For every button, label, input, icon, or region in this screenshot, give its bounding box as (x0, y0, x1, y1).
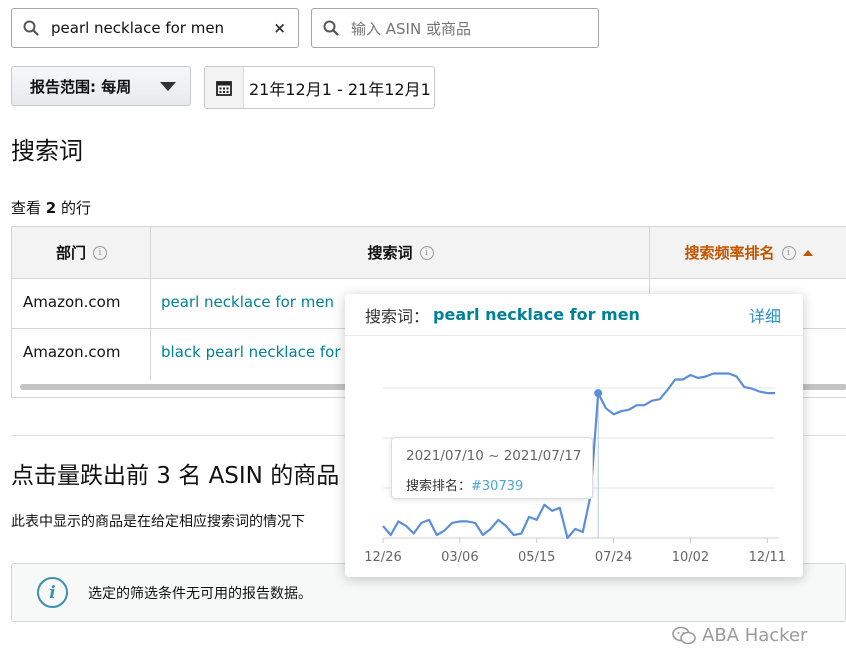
info-circle-icon: i (37, 577, 68, 608)
chevron-down-icon (160, 81, 176, 91)
popover-label: 搜索词： (365, 306, 430, 326)
x-tick-label: 07/24 (595, 550, 632, 565)
column-header-search-term[interactable]: 搜索词 i (151, 227, 650, 279)
chart-tooltip: 2021/07/10 ~ 2021/07/17 搜索排名：#30739 (391, 437, 593, 499)
search-term-input[interactable]: pearl necklace for men × (11, 8, 299, 48)
asin-section-title: 点击量跌出前 3 名 ASIN 的商品 (11, 463, 340, 489)
tooltip-rank-value: #30739 (471, 479, 524, 494)
details-link[interactable]: 详细 (749, 303, 781, 327)
x-tick-label: 12/11 (749, 550, 786, 565)
wechat-icon (672, 626, 696, 644)
popover-term: pearl necklace for men (433, 305, 640, 324)
highlight-point (594, 389, 603, 398)
search-icon (323, 20, 339, 36)
x-tick-label: 10/02 (672, 550, 709, 565)
date-range-value: 21年12月1 - 21年12月1 (249, 79, 431, 99)
department-cell: Amazon.com (23, 293, 121, 311)
rows-count: 2 (45, 199, 57, 217)
clear-icon[interactable]: × (273, 19, 286, 37)
info-icon[interactable]: i (419, 245, 434, 260)
info-icon[interactable]: i (93, 245, 107, 260)
search-icon (23, 20, 39, 36)
column-header-search-frequency-rank[interactable]: 搜索频率排名 i (650, 227, 846, 279)
popover-header: 搜索词： pearl necklace for men 详细 (345, 294, 803, 336)
tooltip-rank: 搜索排名：#30739 (406, 479, 524, 494)
search-terms-title: 搜索词 (11, 137, 83, 165)
report-range-dropdown[interactable]: 报告范围: 每周 (11, 66, 191, 106)
x-tick-label: 03/06 (441, 550, 478, 565)
search-term-link[interactable]: black pearl necklace for men (161, 343, 351, 361)
x-tick-label: 05/15 (518, 550, 555, 565)
alert-text: 选定的筛选条件无可用的报告数据。 (88, 585, 312, 602)
tooltip-date-range: 2021/07/10 ~ 2021/07/17 (406, 448, 582, 464)
search-term-value: pearl necklace for men (51, 19, 225, 37)
asin-search-placeholder: 输入 ASIN 或商品 (351, 19, 471, 38)
search-term-trend-popover: 搜索词： pearl necklace for men 详细 12/26 03/0… (345, 294, 803, 577)
x-tick-label: 12/26 (364, 550, 401, 565)
asin-search-input[interactable]: 输入 ASIN 或商品 (311, 8, 599, 48)
info-icon[interactable]: i (781, 245, 796, 260)
asin-section-description: 此表中显示的商品是在给定相应搜索词的情况下 (11, 514, 305, 530)
report-range-label: 报告范围: 每周 (30, 77, 132, 96)
column-divider (150, 227, 151, 380)
watermark: ABA Hacker (672, 625, 807, 646)
calendar-icon[interactable] (205, 67, 244, 108)
sort-ascending-icon (802, 249, 813, 256)
date-range-picker[interactable]: 21年12月1 - 21年12月1 (204, 66, 435, 109)
department-cell: Amazon.com (23, 343, 121, 361)
column-header-department[interactable]: 部门 i (12, 227, 151, 279)
search-term-link[interactable]: pearl necklace for men (161, 293, 334, 311)
rows-count-info: 查看 2 的行 (11, 199, 91, 217)
